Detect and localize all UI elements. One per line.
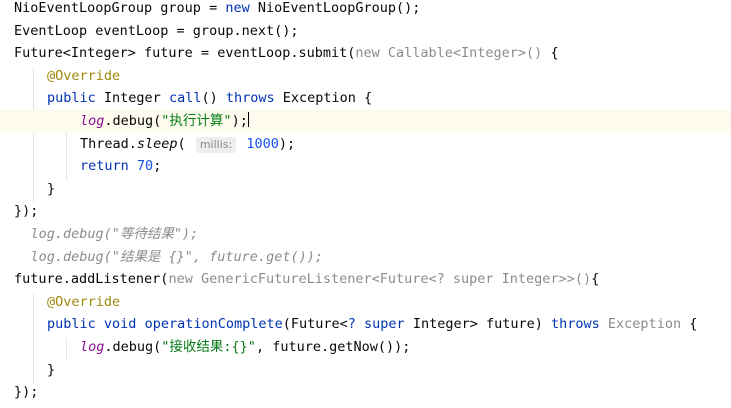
code-token: ( (177, 135, 194, 152)
code-line[interactable]: Thread.sleep( millis: 1000); (0, 133, 731, 156)
code-token: new GenericFutureListener<Future<? super… (168, 271, 592, 288)
code-token: (Future< (282, 316, 348, 333)
code-token: () (201, 90, 226, 107)
code-token: .debug( (104, 113, 162, 129)
code-line[interactable]: log.debug("接收结果:{}", future.getNow()); (0, 336, 731, 359)
code-token: void (103, 316, 137, 333)
code-line[interactable]: }); (0, 200, 731, 223)
code-token: { (542, 45, 559, 62)
code-token: 1000 (246, 135, 279, 152)
code-line[interactable]: log.debug("等待结果"); (0, 223, 731, 246)
code-token: log.debug("结果是 {}", future.get()); (30, 248, 323, 265)
code-token: log.debug("等待结果"); (30, 226, 199, 242)
code-line[interactable]: }); (0, 381, 731, 404)
code-token: new (225, 0, 250, 16)
code-token: ? super (347, 316, 405, 333)
code-token: Thread. (80, 135, 137, 152)
code-line[interactable]: return 70; (0, 155, 731, 178)
code-line[interactable]: future.addListener(new GenericFutureList… (0, 268, 731, 291)
code-token: Exception { (274, 90, 373, 107)
code-token: { (591, 271, 600, 288)
code-token: public (47, 316, 96, 333)
parameter-hint: millis: (195, 136, 237, 153)
code-token: @Override (47, 67, 121, 84)
code-token: 70 (136, 158, 154, 175)
code-token: { (681, 316, 698, 333)
code-token: return (80, 158, 129, 175)
code-token: }); (14, 203, 39, 220)
code-token: Integer (95, 90, 169, 107)
code-token: public (47, 90, 96, 107)
code-token: sleep (136, 135, 178, 152)
code-token: EventLoop eventLoop = group.next(); (14, 22, 299, 39)
code-line[interactable]: log.debug("执行计算"); (0, 110, 731, 133)
code-line[interactable]: } (0, 178, 731, 201)
code-token: throws (551, 316, 600, 333)
code-token: Future<Integer> future = eventLoop.submi… (14, 45, 356, 62)
code-token: ); (278, 135, 296, 152)
code-token: Integer> future) (404, 316, 551, 333)
code-token: new Callable<Integer>() (355, 45, 543, 62)
code-line[interactable]: } (0, 359, 731, 382)
code-token: log (80, 113, 105, 129)
code-line[interactable]: public void operationComplete(Future<? s… (0, 313, 731, 336)
code-token: @Override (47, 293, 121, 310)
code-token: }); (14, 384, 39, 401)
code-line[interactable]: NioEventLoopGroup group = new NioEventLo… (0, 0, 731, 20)
code-token: NioEventLoopGroup group = (14, 0, 226, 16)
code-token: future.addListener( (14, 271, 169, 288)
code-token: , future.getNow()); (255, 339, 411, 355)
code-token: "接收结果:{}" (161, 339, 256, 355)
code-line[interactable]: EventLoop eventLoop = group.next(); (0, 20, 731, 43)
text-caret (247, 112, 249, 127)
code-token: .debug( (104, 339, 162, 355)
code-token: operationComplete (144, 316, 283, 333)
code-token: throws (225, 90, 275, 107)
code-token: } (47, 180, 56, 197)
code-line[interactable]: public Integer call() throws Exception { (0, 87, 731, 110)
code-token: call (168, 90, 202, 107)
code-token: ; (153, 158, 162, 175)
code-token: ); (231, 113, 248, 129)
code-token: } (47, 361, 56, 378)
code-token: log (80, 339, 105, 355)
code-line[interactable]: @Override (0, 291, 731, 314)
code-token: NioEventLoopGroup(); (249, 0, 421, 16)
code-line[interactable]: log.debug("结果是 {}", future.get()); (0, 246, 731, 269)
code-editor[interactable]: NioEventLoopGroup group = new NioEventLo… (0, 0, 731, 408)
code-token: "执行计算" (161, 113, 232, 129)
code-token: Exception (607, 316, 682, 333)
code-line[interactable]: Future<Integer> future = eventLoop.submi… (0, 42, 731, 65)
code-line[interactable]: @Override (0, 65, 731, 88)
